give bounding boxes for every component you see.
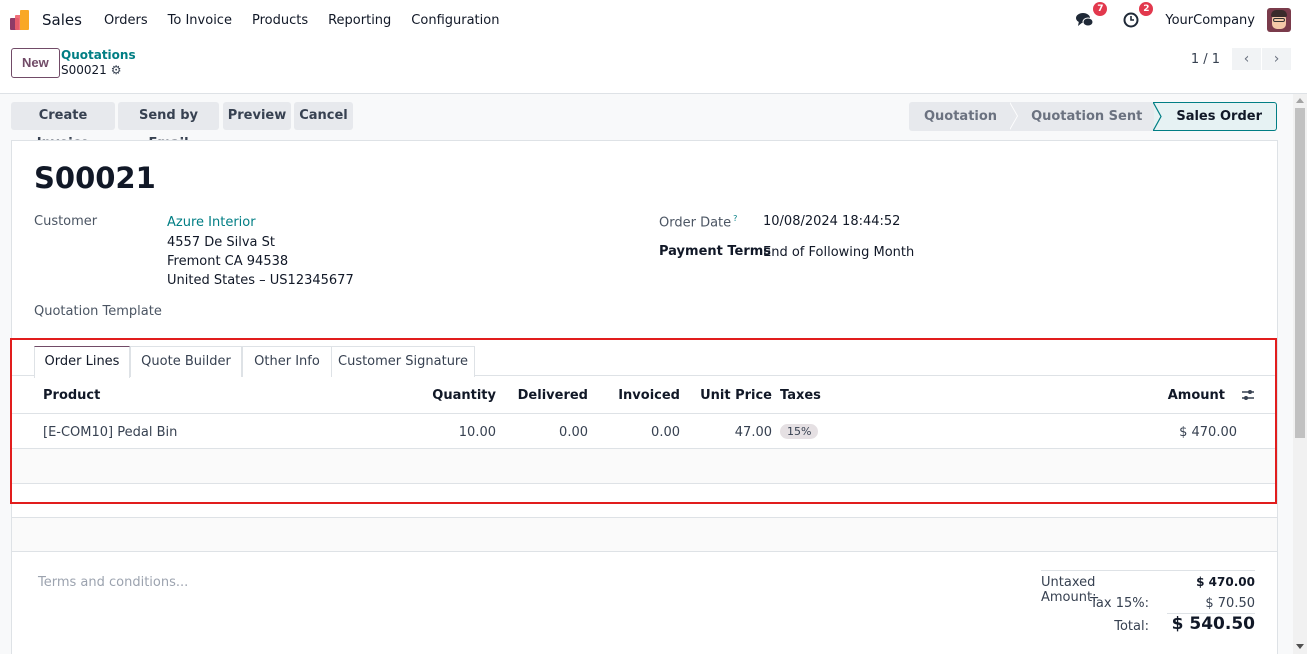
activities-badge: 2 bbox=[1139, 2, 1154, 16]
pager-next-button[interactable]: › bbox=[1262, 48, 1291, 70]
sales-app-logo-icon[interactable] bbox=[10, 10, 32, 30]
form-view: Create Invoice Send by Email Preview Can… bbox=[0, 94, 1293, 654]
chat-bubbles-icon bbox=[1076, 13, 1094, 27]
order-lines-header: Product Quantity Delivered Invoiced Unit… bbox=[12, 376, 1277, 414]
top-navbar: Sales Orders To Invoice Products Reporti… bbox=[0, 0, 1307, 40]
menu-reporting[interactable]: Reporting bbox=[328, 13, 391, 28]
column-product[interactable]: Product bbox=[43, 388, 100, 403]
line-product[interactable]: [E-COM10] Pedal Bin bbox=[43, 425, 177, 440]
stage-quotation-label: Quotation bbox=[923, 109, 998, 124]
tax-value: $ 70.50 bbox=[1205, 596, 1255, 611]
stage-quotation-sent-label: Quotation Sent bbox=[1031, 109, 1143, 124]
customer-label: Customer bbox=[34, 214, 98, 229]
order-line-row[interactable]: [E-COM10] Pedal Bin 10.00 0.00 0.00 47.0… bbox=[12, 415, 1277, 449]
stage-quotation-sent[interactable]: Quotation Sent bbox=[1009, 102, 1155, 131]
payment-terms-label: Payment Terms bbox=[659, 244, 772, 259]
breadcrumb: Quotations S00021 ⚙ bbox=[61, 48, 136, 77]
quotation-template-label: Quotation Template bbox=[34, 304, 162, 319]
menu-to-invoice[interactable]: To Invoice bbox=[168, 13, 232, 28]
totals-summary: Untaxed Amount: $ 470.00 Tax 15%: $ 70.5… bbox=[1041, 570, 1255, 639]
chevron-right-icon: › bbox=[1273, 51, 1280, 67]
stage-sales-order-label: Sales Order bbox=[1176, 109, 1262, 124]
tab-customer-signature[interactable]: Customer Signature bbox=[331, 346, 475, 377]
column-quantity[interactable]: Quantity bbox=[432, 388, 496, 403]
optional-columns-toggle-icon[interactable] bbox=[1241, 388, 1255, 402]
line-invoiced: 0.00 bbox=[651, 425, 680, 440]
total-value: $ 540.50 bbox=[1171, 614, 1255, 634]
notebook-tabs: Order Lines Quote Builder Other Info Cus… bbox=[12, 338, 1277, 378]
column-taxes[interactable]: Taxes bbox=[780, 388, 821, 403]
tab-order-lines[interactable]: Order Lines bbox=[34, 346, 130, 378]
stage-sales-order[interactable]: Sales Order bbox=[1153, 102, 1277, 131]
scrollbar-thumb[interactable] bbox=[1295, 108, 1305, 438]
form-sheet: S00021 Customer Azure Interior 4557 De S… bbox=[11, 140, 1278, 654]
notebook: Order Lines Quote Builder Other Info Cus… bbox=[12, 338, 1277, 552]
column-delivered[interactable]: Delivered bbox=[518, 388, 588, 403]
preview-button[interactable]: Preview bbox=[223, 102, 291, 130]
line-delivered: 0.00 bbox=[559, 425, 588, 440]
clock-icon bbox=[1123, 12, 1139, 28]
company-switcher[interactable]: YourCompany bbox=[1165, 13, 1255, 28]
help-tooltip-icon[interactable]: ? bbox=[733, 214, 737, 223]
breadcrumb-current: S00021 ⚙ bbox=[61, 63, 136, 77]
menu-configuration[interactable]: Configuration bbox=[411, 13, 499, 28]
order-date-label: Order Date? bbox=[659, 214, 737, 230]
user-avatar[interactable] bbox=[1267, 8, 1291, 32]
line-amount: $ 470.00 bbox=[1179, 425, 1237, 440]
menu-orders[interactable]: Orders bbox=[104, 13, 148, 28]
messages-badge: 7 bbox=[1093, 2, 1108, 16]
customer-address-line-1: 4557 De Silva St bbox=[167, 235, 275, 250]
customer-address-line-3: United States – US12345677 bbox=[167, 273, 354, 288]
send-by-email-button[interactable]: Send by Email bbox=[118, 102, 219, 151]
tab-quote-builder[interactable]: Quote Builder bbox=[130, 346, 242, 377]
app-name[interactable]: Sales bbox=[42, 11, 82, 29]
stage-pipeline: Quotation Quotation Sent Sales Order bbox=[908, 102, 1277, 131]
pager-previous-button[interactable]: ‹ bbox=[1232, 48, 1261, 70]
gear-icon[interactable]: ⚙ bbox=[111, 63, 122, 77]
empty-row bbox=[12, 484, 1277, 518]
systray: 7 2 YourCompany bbox=[1075, 0, 1291, 40]
stage-quotation[interactable]: Quotation bbox=[908, 102, 1019, 131]
record-name: S00021 bbox=[34, 161, 156, 195]
order-date-field[interactable]: 10/08/2024 18:44:52 bbox=[763, 214, 900, 229]
pager-value[interactable]: 1 / 1 bbox=[1191, 52, 1220, 67]
new-button[interactable]: New bbox=[11, 48, 60, 78]
column-unit-price[interactable]: Unit Price bbox=[700, 388, 772, 403]
line-unit-price[interactable]: 47.00 bbox=[735, 425, 772, 440]
pager: 1 / 1 ‹ › bbox=[1191, 48, 1291, 70]
tax-label: Tax 15%: bbox=[1090, 596, 1149, 611]
payment-terms-field[interactable]: End of Following Month bbox=[763, 245, 914, 260]
line-quantity[interactable]: 10.00 bbox=[459, 425, 496, 440]
untaxed-amount-value: $ 470.00 bbox=[1196, 575, 1255, 589]
customer-link[interactable]: Azure Interior bbox=[167, 215, 256, 230]
cancel-button[interactable]: Cancel bbox=[294, 102, 353, 130]
order-date-label-text: Order Date bbox=[659, 215, 732, 231]
total-label: Total: bbox=[1114, 619, 1149, 634]
tab-other-info[interactable]: Other Info bbox=[242, 346, 332, 377]
page-scrollbar[interactable] bbox=[1293, 94, 1307, 654]
scroll-up-arrow-icon[interactable] bbox=[1296, 98, 1304, 103]
breadcrumb-quotations[interactable]: Quotations bbox=[61, 48, 136, 62]
customer-address-line-2: Fremont CA 94538 bbox=[167, 254, 289, 269]
terms-and-conditions-field[interactable]: Terms and conditions... bbox=[38, 575, 188, 590]
chevron-left-icon: ‹ bbox=[1243, 51, 1250, 67]
create-invoice-button[interactable]: Create Invoice bbox=[11, 102, 115, 151]
empty-row bbox=[12, 449, 1277, 484]
form-statusbar: Create Invoice Send by Email Preview Can… bbox=[11, 102, 1277, 151]
activities-button[interactable]: 2 bbox=[1121, 2, 1154, 30]
menu-products[interactable]: Products bbox=[252, 13, 308, 28]
column-amount[interactable]: Amount bbox=[1168, 388, 1225, 403]
control-panel: New Quotations S00021 ⚙ 1 / 1 ‹ › bbox=[0, 40, 1307, 94]
column-invoiced[interactable]: Invoiced bbox=[618, 388, 680, 403]
breadcrumb-current-label: S00021 bbox=[61, 63, 107, 77]
empty-row bbox=[12, 518, 1277, 552]
scroll-down-arrow-icon[interactable] bbox=[1296, 644, 1304, 649]
line-tax-badge[interactable]: 15% bbox=[780, 424, 819, 439]
messages-button[interactable]: 7 bbox=[1075, 2, 1108, 30]
